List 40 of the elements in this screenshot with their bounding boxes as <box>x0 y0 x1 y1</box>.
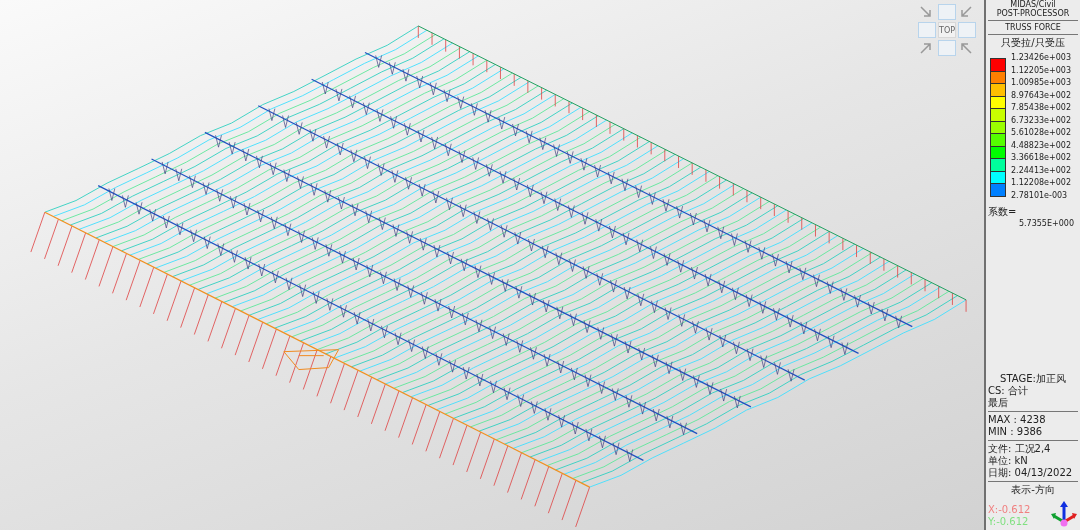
arrow-icon[interactable] <box>958 40 974 56</box>
arrow-icon[interactable] <box>958 4 974 20</box>
factor-value: 5.7355E+000 <box>1017 218 1075 230</box>
arrow-icon[interactable] <box>918 40 934 56</box>
cs-label: CS: 合计 <box>988 385 1029 397</box>
panel-header: MIDAS/Civil <box>1009 0 1057 9</box>
min-label: MIN : 9386 <box>988 426 1044 438</box>
stage-label: STAGE:加正风 <box>999 373 1067 385</box>
cube-face[interactable] <box>938 4 956 20</box>
result-subtitle: 只受拉/只受压 <box>1000 37 1066 49</box>
scale-value: 7.85438e+002 <box>1011 102 1071 114</box>
axis-triad-icon <box>1050 500 1078 528</box>
panel-header: POST-PROCESSOR <box>995 9 1071 18</box>
top-view-button[interactable]: TOP <box>938 22 956 38</box>
max-label: MAX : 4238 <box>988 414 1047 426</box>
scale-value: 3.36618e+002 <box>1011 152 1071 164</box>
scale-value: 2.24413e+002 <box>1011 164 1071 177</box>
file-label: 文件: 工况2,4 <box>988 443 1052 455</box>
arrow-icon[interactable] <box>918 4 934 20</box>
scale-value: 2.78101e-003 <box>1011 189 1069 202</box>
view-cube[interactable]: TOP <box>918 4 976 56</box>
axis-value: X:-0.612 <box>988 504 1031 516</box>
scale-value: 5.61028e+002 <box>1011 127 1071 139</box>
direction-title: 表示-方向 <box>1010 484 1056 496</box>
scale-value: 6.73233e+002 <box>1011 114 1071 127</box>
scale-value: 1.00985e+003 <box>1011 77 1071 89</box>
step-label: 最后 <box>988 397 1009 409</box>
scale-value: 4.48823e+002 <box>1011 139 1071 152</box>
scale-value: 1.23426e+003 <box>1011 52 1071 64</box>
date-label: 日期: 04/13/2022 <box>988 467 1074 479</box>
result-title: TRUSS FORCE <box>1004 23 1062 32</box>
cube-face[interactable] <box>918 22 936 38</box>
factor-label: 系数= <box>988 206 1018 218</box>
scale-value: 1.12205e+003 <box>1011 64 1071 77</box>
cube-face[interactable] <box>938 40 956 56</box>
unit-label: 单位: kN <box>988 455 1029 467</box>
scale-value: 1.12208e+002 <box>1011 177 1071 189</box>
axis-value: Y:-0.612 <box>988 516 1030 528</box>
scale-value: 8.97643e+002 <box>1011 89 1071 102</box>
cube-face[interactable] <box>958 22 976 38</box>
